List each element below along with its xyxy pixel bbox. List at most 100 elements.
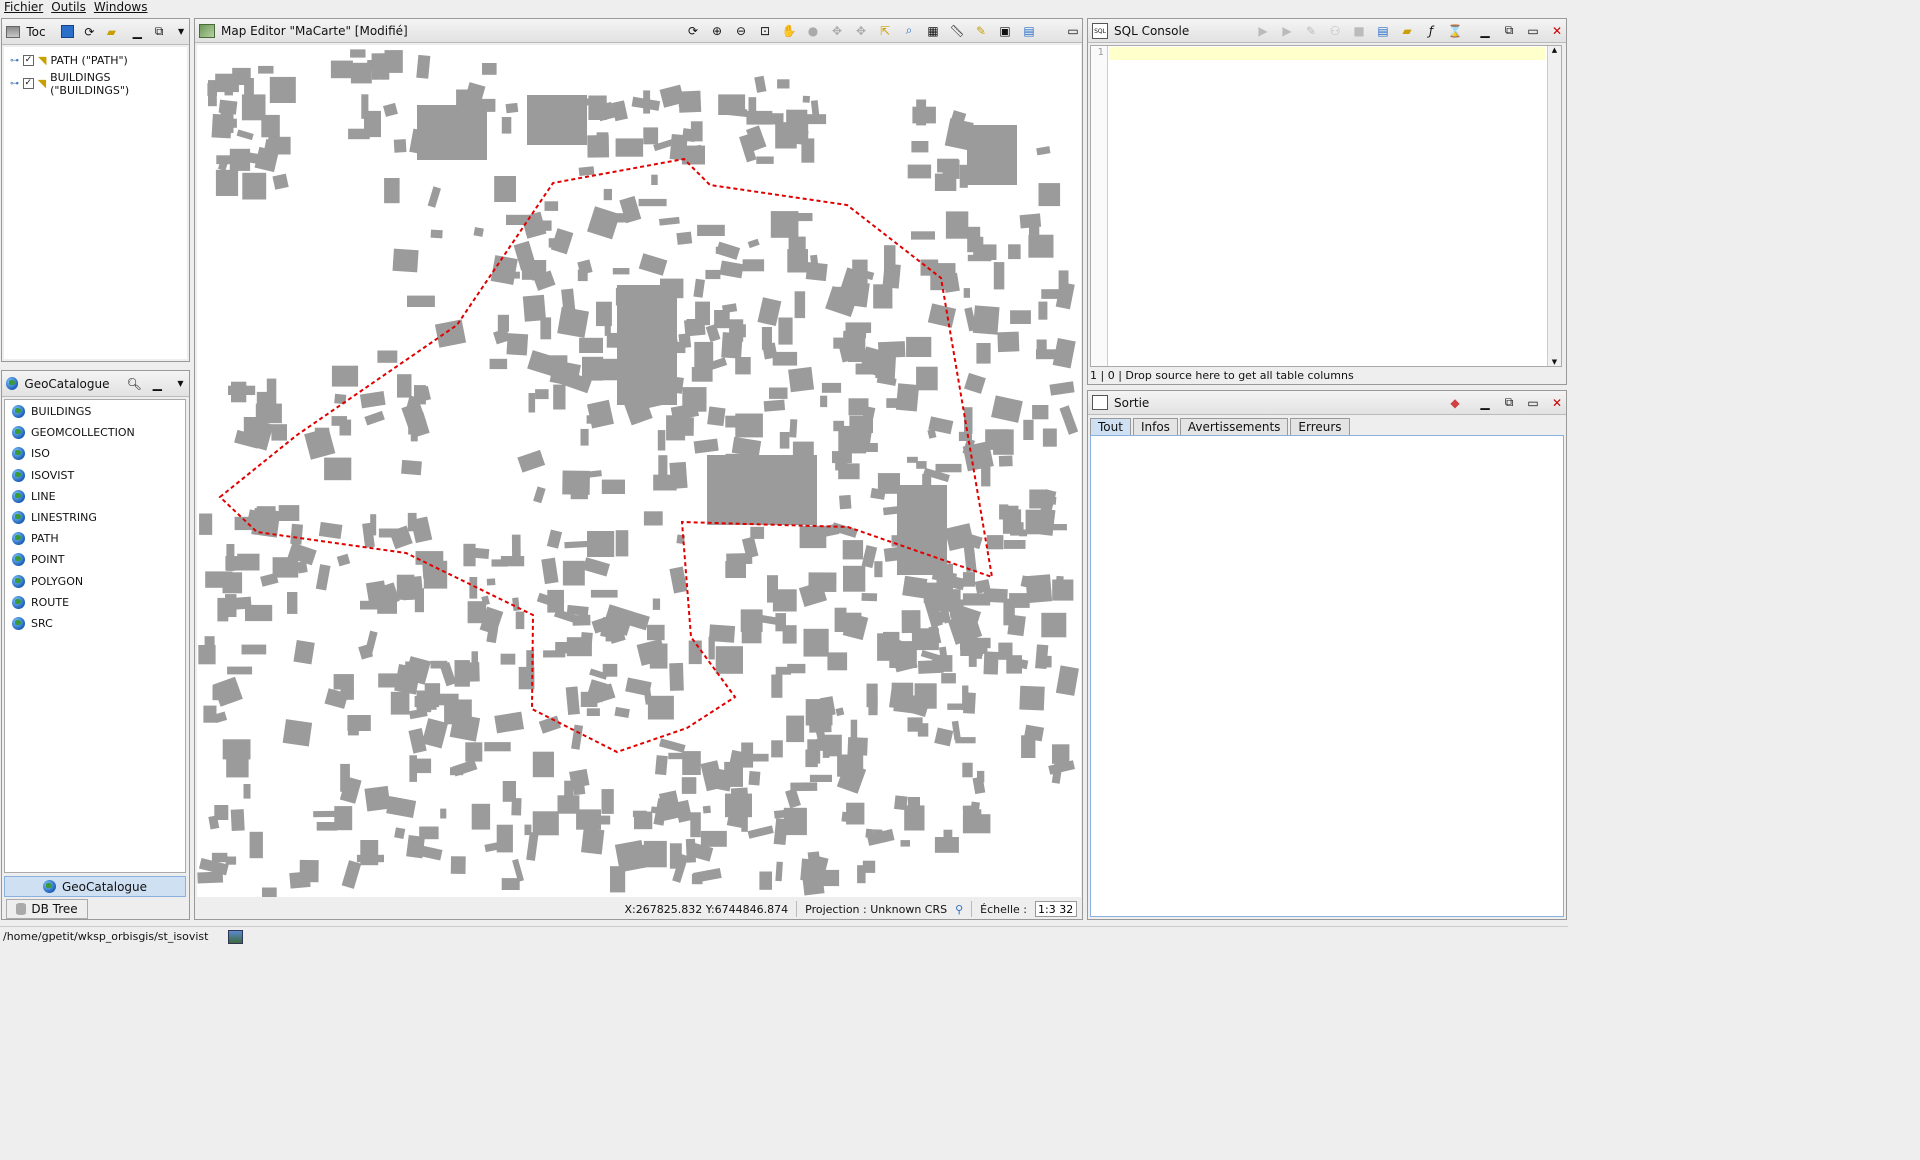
minimize-icon[interactable]: ▁ <box>149 375 166 393</box>
building <box>378 528 403 538</box>
sortie-output[interactable] <box>1090 435 1564 917</box>
chevron-down-icon[interactable]: ▼ <box>173 23 189 41</box>
building <box>243 417 263 435</box>
scale-input[interactable] <box>1035 901 1077 917</box>
catalogue-item[interactable]: BUILDINGS <box>5 401 185 422</box>
measure-icon[interactable]: 📏︎ <box>948 22 966 40</box>
menu-windows[interactable]: Windows <box>90 0 152 15</box>
minimize-icon[interactable]: ▁ <box>1476 394 1494 412</box>
layer-label: BUILDINGS ("BUILDINGS") <box>50 70 130 97</box>
vertical-scrollbar[interactable]: ▲ ▼ <box>1547 46 1561 366</box>
zoom-in-icon[interactable]: ⊕ <box>708 22 726 40</box>
building <box>708 636 715 660</box>
building <box>336 553 351 567</box>
building <box>810 254 819 267</box>
catalogue-item[interactable]: SRC <box>5 613 185 634</box>
building <box>837 754 864 777</box>
edit-geometry-icon[interactable]: ✥ <box>852 22 870 40</box>
map-svg[interactable] <box>197 45 1081 897</box>
detach-icon[interactable]: ⧉ <box>1500 394 1518 412</box>
catalogue-item[interactable]: POINT <box>5 549 185 570</box>
building <box>714 310 730 329</box>
building <box>775 613 786 632</box>
refresh-icon[interactable]: ⟳ <box>684 22 702 40</box>
find-icon[interactable]: ⚇ <box>1326 22 1344 40</box>
menu-fichier[interactable]: Fichier <box>0 0 47 15</box>
tab-geocatalogue[interactable]: GeoCatalogue <box>4 876 186 897</box>
building <box>805 699 833 726</box>
maximize-icon[interactable]: ▭ <box>1064 22 1082 40</box>
building <box>614 706 630 719</box>
function-icon[interactable]: ƒ <box>1422 22 1440 40</box>
close-icon[interactable]: ✕ <box>1548 22 1566 40</box>
save-icon[interactable] <box>60 23 76 41</box>
catalogue-item[interactable]: LINESTRING <box>5 507 185 528</box>
export-map-icon[interactable]: ▣ <box>996 22 1014 40</box>
building <box>605 625 620 642</box>
sql-status: 1 | 0 | Drop source here to get all tabl… <box>1090 369 1354 382</box>
stop-icon[interactable]: ■ <box>1350 22 1368 40</box>
layer-visibility-checkbox[interactable]: ✓ <box>23 78 34 89</box>
catalogue-item[interactable]: LINE <box>5 486 185 507</box>
eraser-icon[interactable]: ◆ <box>1446 394 1464 412</box>
select-icon[interactable]: ⇱ <box>876 22 894 40</box>
projection-icon[interactable]: ⚲ <box>955 903 963 916</box>
tree-handle-icon[interactable]: ⊶ <box>10 56 19 66</box>
catalogue-item[interactable]: POLYGON <box>5 571 185 592</box>
building <box>258 65 274 74</box>
building <box>494 176 516 202</box>
zoom-extent-icon[interactable]: ⊡ <box>756 22 774 40</box>
open-script-icon[interactable]: ▰ <box>1398 22 1416 40</box>
building <box>586 708 600 716</box>
building <box>612 268 630 275</box>
detach-icon[interactable]: ⧉ <box>151 23 167 41</box>
building <box>652 598 661 610</box>
search-icon[interactable]: 🔍︎ <box>126 375 143 393</box>
tab-db-tree[interactable]: DB Tree <box>6 899 88 919</box>
open-folder-icon[interactable]: ▰ <box>103 23 119 41</box>
map-canvas[interactable] <box>197 45 1081 897</box>
execute-icon[interactable]: ▶ <box>1254 22 1272 40</box>
chevron-down-icon[interactable]: ▼ <box>172 375 189 393</box>
hourglass-icon[interactable]: ⌛ <box>1446 22 1464 40</box>
layer-visibility-checkbox[interactable]: ✓ <box>23 55 34 66</box>
execute-step-icon[interactable]: ▶ <box>1278 22 1296 40</box>
save-map-icon[interactable]: ▤ <box>1020 22 1038 40</box>
building <box>778 317 793 345</box>
toc-layer-buildings[interactable]: ⊶ ✓ ◥ BUILDINGS ("BUILDINGS") <box>4 70 187 97</box>
tab-avertissements[interactable]: Avertissements <box>1179 418 1289 435</box>
close-icon[interactable]: ✕ <box>1548 394 1566 412</box>
building <box>427 186 441 208</box>
detach-icon[interactable]: ⧉ <box>1500 22 1518 40</box>
catalogue-item[interactable]: PATH <box>5 528 185 549</box>
move-vertex-icon[interactable]: ✥ <box>828 22 846 40</box>
refresh-icon[interactable]: ⟳ <box>82 23 98 41</box>
table-icon[interactable]: ▦ <box>924 22 942 40</box>
pan-icon[interactable]: ✋ <box>780 22 798 40</box>
building <box>588 95 607 120</box>
tab-tout[interactable]: Tout <box>1090 418 1131 435</box>
save-script-icon[interactable]: ▤ <box>1374 22 1392 40</box>
draw-icon[interactable]: ✎ <box>972 22 990 40</box>
maximize-icon[interactable]: ▭ <box>1524 22 1542 40</box>
catalogue-item[interactable]: ISO <box>5 443 185 464</box>
building <box>906 336 932 357</box>
sql-editor[interactable]: 1 ▲ ▼ <box>1090 45 1562 367</box>
clear-icon[interactable]: ✎ <box>1302 22 1320 40</box>
minimize-icon[interactable]: ▁ <box>1476 22 1494 40</box>
toc-layer-path[interactable]: ⊶ ✓ ◥ PATH ("PATH") <box>4 49 187 72</box>
tab-erreurs[interactable]: Erreurs <box>1290 418 1350 435</box>
catalogue-item[interactable]: ISOVIST <box>5 465 185 486</box>
tab-infos[interactable]: Infos <box>1132 418 1178 435</box>
catalogue-item[interactable]: ROUTE <box>5 592 185 613</box>
minimize-icon[interactable]: ▁ <box>129 23 145 41</box>
maximize-icon[interactable]: ▭ <box>1524 394 1542 412</box>
catalogue-item[interactable]: GEOMCOLLECTION <box>5 422 185 443</box>
tree-handle-icon[interactable]: ⊶ <box>10 79 19 89</box>
menu-outils[interactable]: Outils <box>47 0 90 15</box>
workspace-icon[interactable] <box>228 930 243 944</box>
info-icon[interactable]: ⌕ <box>900 22 918 40</box>
building <box>747 238 760 249</box>
zoom-out-icon[interactable]: ⊖ <box>732 22 750 40</box>
point-icon[interactable]: ● <box>804 22 822 40</box>
